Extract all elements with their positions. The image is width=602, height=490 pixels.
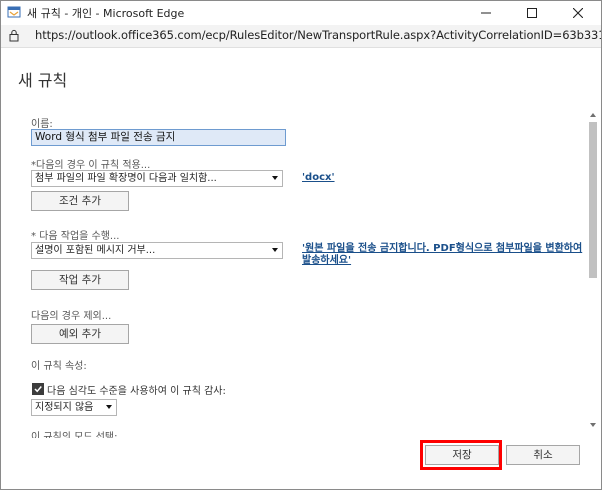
maximize-button[interactable]	[509, 1, 555, 25]
browser-window: 새 규칙 - 개인 - Microsoft Edge https://outlo…	[0, 0, 602, 490]
condition-label: *다음의 경우 이 규칙 적용...	[31, 160, 151, 171]
audit-checkbox[interactable]	[32, 383, 44, 395]
close-icon	[573, 8, 583, 18]
minimize-icon	[481, 12, 491, 14]
action-label: * 다음 작업을 수행...	[31, 231, 120, 242]
close-window-button[interactable]	[555, 1, 601, 25]
rule-editor-page: 새 규칙 이름: Word 형식 첨부 파일 전송 금지 *다음의 경우 이 규…	[1, 48, 601, 489]
audit-checkbox-label: 다음 심각도 수준을 사용하여 이 규칙 감사:	[47, 386, 226, 397]
rule-name-input[interactable]: Word 형식 첨부 파일 전송 금지	[31, 129, 286, 146]
properties-label: 이 규칙 속성:	[31, 361, 87, 372]
severity-select-value: 지정되지 않음	[35, 402, 94, 413]
action-value-link[interactable]: '원본 파일을 전송 금지합니다. PDF형식으로 첨부파일을 변환하여 발송하…	[302, 243, 584, 267]
add-exception-button[interactable]: 예외 추가	[31, 324, 129, 344]
title-bar: 새 규칙 - 개인 - Microsoft Edge	[1, 1, 601, 25]
cancel-button[interactable]: 취소	[506, 445, 580, 465]
scrollbar-thumb[interactable]	[589, 122, 597, 278]
exception-label: 다음의 경우 제외...	[31, 311, 112, 322]
add-action-button[interactable]: 작업 추가	[31, 270, 129, 290]
lock-icon	[9, 29, 19, 42]
mode-label: 이 규칙의 모드 선택:	[31, 432, 118, 438]
add-condition-button[interactable]: 조건 추가	[31, 191, 129, 211]
chevron-down-icon	[272, 248, 278, 252]
save-button-highlight	[420, 440, 502, 470]
chevron-down-icon	[106, 405, 112, 409]
scroll-down-arrow-icon	[590, 423, 596, 427]
action-select[interactable]: 설명이 포함된 메시지 거부...	[31, 242, 283, 259]
outlook-page-icon	[7, 6, 21, 18]
condition-select-value: 첨부 파일의 파일 확장명이 다음과 일치함...	[35, 173, 217, 184]
checkmark-icon	[34, 386, 42, 393]
condition-value-link[interactable]: 'docx'	[302, 172, 335, 183]
condition-select[interactable]: 첨부 파일의 파일 확장명이 다음과 일치함...	[31, 170, 283, 187]
address-bar[interactable]: https://outlook.office365.com/ecp/RulesE…	[1, 25, 601, 48]
page-title: 새 규칙	[18, 71, 68, 90]
name-label: 이름:	[31, 119, 53, 130]
minimize-button[interactable]	[463, 1, 509, 25]
url-text[interactable]: https://outlook.office365.com/ecp/RulesE…	[35, 28, 601, 42]
action-select-value: 설명이 포함된 메시지 거부...	[35, 245, 156, 256]
maximize-icon	[527, 8, 537, 18]
window-title: 새 규칙 - 개인 - Microsoft Edge	[27, 7, 185, 20]
scroll-up-arrow-icon	[590, 113, 596, 117]
chevron-down-icon	[272, 176, 278, 180]
severity-select[interactable]: 지정되지 않음	[31, 399, 117, 416]
